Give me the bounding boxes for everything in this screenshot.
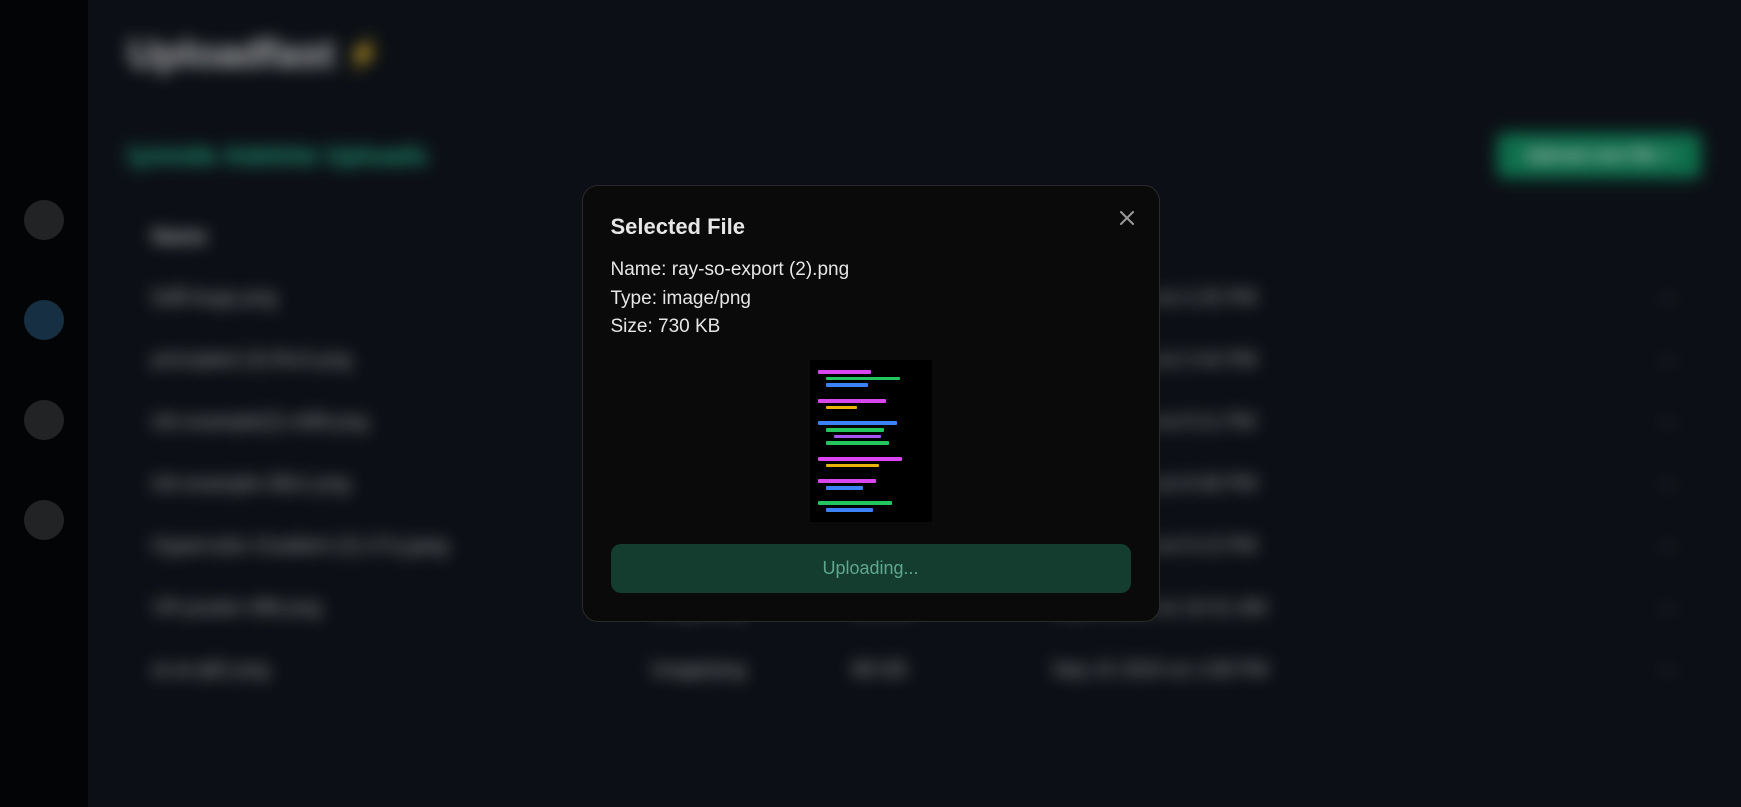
file-size-value: 730 KB	[658, 316, 720, 337]
uploading-button[interactable]: Uploading...	[611, 544, 1131, 593]
close-icon[interactable]	[1117, 208, 1137, 228]
selected-file-modal: Selected File Name: ray-so-export (2).pn…	[582, 185, 1160, 622]
modal-overlay: Selected File Name: ray-so-export (2).pn…	[0, 0, 1741, 807]
file-metadata: Name: ray-so-export (2).png Type: image/…	[611, 256, 1131, 342]
file-preview-thumbnail	[810, 360, 932, 522]
file-size-label: Size:	[611, 316, 653, 337]
file-name-value: ray-so-export (2).png	[672, 259, 849, 280]
file-type-label: Type:	[611, 288, 657, 309]
file-type-value: image/png	[662, 288, 751, 309]
file-name-label: Name:	[611, 259, 667, 280]
modal-title: Selected File	[611, 214, 1131, 240]
